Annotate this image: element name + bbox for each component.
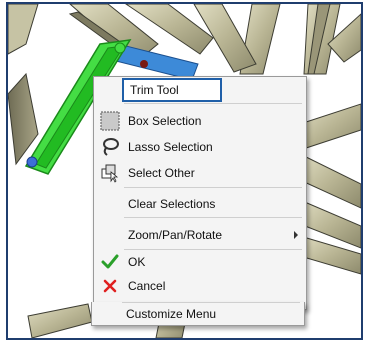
menu-separator [122, 302, 300, 303]
menu-separator [124, 103, 302, 104]
menu-item-label: Select Other [128, 166, 195, 180]
menu-item-label: Box Selection [128, 114, 202, 128]
screenshot-frame: Trim Tool Box Selection Lasso Selection … [6, 2, 363, 340]
box-selection-icon [100, 111, 120, 131]
menu-item-cancel[interactable]: Cancel [94, 275, 306, 297]
menu-item-select-other[interactable]: Select Other [94, 162, 306, 184]
menu-item-zoom-pan-rotate[interactable]: Zoom/Pan/Rotate [94, 224, 306, 246]
menu-item-trim-tool[interactable]: Trim Tool [94, 78, 306, 102]
menu-item-label: Cancel [128, 279, 166, 293]
select-other-icon [101, 164, 119, 183]
menu-item-label: Clear Selections [128, 197, 216, 211]
checkmark-icon [101, 254, 119, 269]
menu-item-label: Zoom/Pan/Rotate [128, 228, 223, 242]
menu-item-lasso-selection[interactable]: Lasso Selection [94, 136, 306, 158]
menu-separator [124, 187, 302, 188]
menu-item-label: Trim Tool [130, 83, 179, 97]
menu-item-clear-selections[interactable]: Clear Selections [94, 193, 306, 215]
menu-item-label: Lasso Selection [128, 140, 213, 154]
menu-item-box-selection[interactable]: Box Selection [94, 110, 306, 132]
submenu-arrow-icon [294, 231, 298, 239]
menu-item-label: OK [128, 255, 146, 269]
cancel-x-icon [103, 279, 117, 293]
menu-item-label: Customize Menu [126, 307, 217, 321]
menu-item-customize-menu[interactable]: Customize Menu [91, 302, 305, 326]
lasso-icon [103, 138, 119, 156]
endpoint-marker[interactable] [140, 60, 148, 68]
menu-separator [124, 249, 302, 250]
context-menu: Trim Tool Box Selection Lasso Selection … [93, 76, 307, 310]
menu-separator [124, 217, 302, 218]
menu-item-ok[interactable]: OK [94, 251, 306, 273]
